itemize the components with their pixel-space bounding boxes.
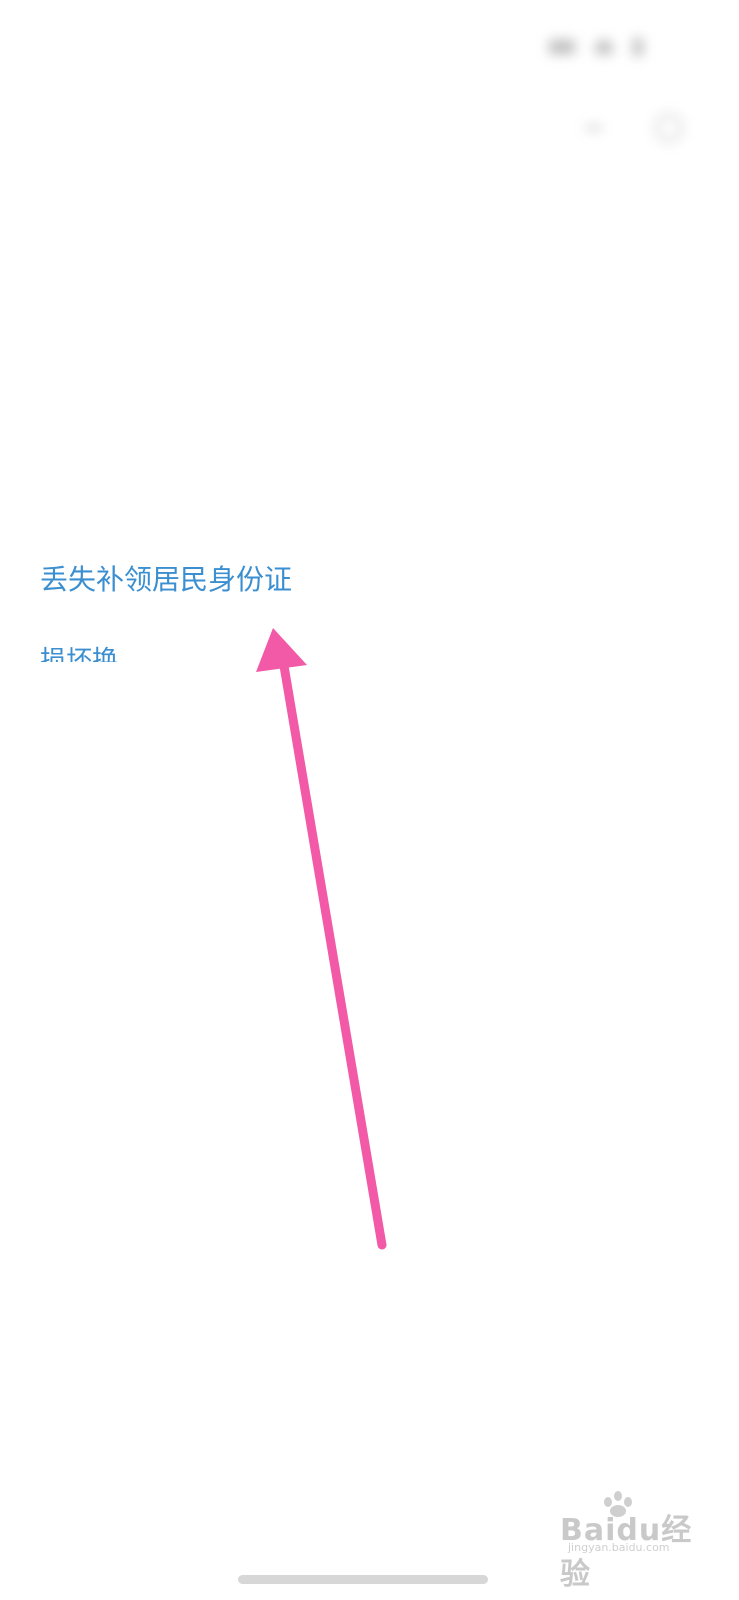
status-bar <box>0 0 739 90</box>
paw-icon <box>600 1491 634 1517</box>
section-id-card: 丢失补领居民身份证 损坏换 <box>0 290 739 690</box>
wifi-icon <box>595 40 613 54</box>
settings-icon[interactable] <box>655 114 683 142</box>
status-icons <box>549 38 643 56</box>
service-item-damaged-id-card[interactable]: 损坏换 <box>40 640 118 662</box>
service-item-lost-id-card[interactable]: 丢失补领居民身份证 <box>40 558 292 598</box>
section-household <box>0 790 739 1020</box>
more-icon[interactable] <box>585 126 603 130</box>
signal-icon <box>549 40 575 54</box>
watermark-url: jingyan.baidu.com <box>568 1541 670 1554</box>
nav-bar <box>0 100 739 160</box>
home-indicator[interactable] <box>238 1575 488 1584</box>
section-convenience <box>0 1115 739 1495</box>
battery-icon <box>633 38 643 56</box>
watermark: Baidu经验 jingyan.baidu.com <box>560 1491 710 1592</box>
